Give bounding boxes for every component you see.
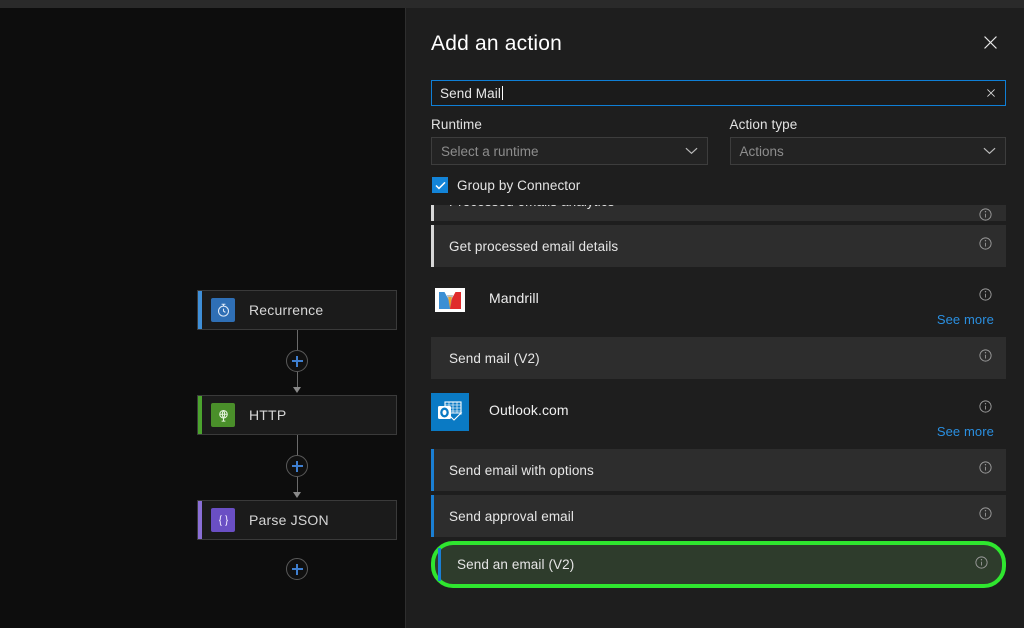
globe-icon xyxy=(211,403,235,427)
node-label: Parse JSON xyxy=(249,512,329,528)
list-item[interactable]: Send email with options xyxy=(431,449,1006,491)
filter-fields-row: Runtime Select a runtime Action type Act… xyxy=(406,106,1024,165)
list-item-label: Get processed email details xyxy=(431,239,618,254)
info-icon[interactable] xyxy=(978,236,993,256)
item-accent-bar xyxy=(431,449,434,491)
page-title: Add an action xyxy=(431,32,562,56)
clear-search-icon[interactable] xyxy=(983,85,999,101)
group-by-connector-checkbox[interactable] xyxy=(432,177,448,193)
mandrill-icon xyxy=(431,281,469,319)
see-more-link-mandrill[interactable]: See more xyxy=(937,312,994,327)
runtime-field: Runtime Select a runtime xyxy=(431,117,708,165)
group-by-connector-row[interactable]: Group by Connector xyxy=(406,165,1024,193)
action-type-select[interactable]: Actions xyxy=(730,137,1007,165)
node-accent-bar xyxy=(198,291,202,329)
connector-header[interactable]: Outlook.com xyxy=(431,393,1006,439)
connector-group-outlook: Outlook.com See more xyxy=(431,393,1006,449)
info-icon[interactable] xyxy=(978,399,993,419)
results-list[interactable]: Processed emails analytics Get processed… xyxy=(406,205,1024,628)
app-root: Recurrence HTTP xyxy=(0,0,1024,628)
list-item-label: Send an email (V2) xyxy=(435,557,574,572)
item-accent-bar xyxy=(431,495,434,537)
list-item-label: Send mail (V2) xyxy=(431,351,540,366)
node-connector-line xyxy=(297,330,298,350)
outlook-icon xyxy=(431,393,469,431)
chevron-down-icon xyxy=(983,147,996,156)
workflow-canvas: Recurrence HTTP xyxy=(0,8,403,628)
list-item-label: Processed emails analytics xyxy=(431,205,614,209)
item-accent-bar xyxy=(438,548,441,581)
add-step-button-3[interactable] xyxy=(286,558,308,580)
search-input[interactable]: Send Mail xyxy=(431,80,1006,106)
workflow-node-parse-json[interactable]: Parse JSON xyxy=(197,500,397,540)
close-icon[interactable] xyxy=(974,26,1006,58)
connector-group-mandrill: Mandrill See more xyxy=(431,281,1006,337)
braces-icon xyxy=(211,508,235,532)
node-label: Recurrence xyxy=(249,302,323,318)
node-accent-bar xyxy=(198,501,202,539)
action-type-value: Actions xyxy=(731,144,784,159)
add-step-button-2[interactable] xyxy=(286,455,308,477)
list-item-selected[interactable]: Send an email (V2) xyxy=(431,541,1006,588)
item-accent-bar xyxy=(431,225,434,267)
info-icon[interactable] xyxy=(978,460,993,480)
list-item-label: Send email with options xyxy=(431,463,594,478)
search-input-value: Send Mail xyxy=(432,86,501,101)
runtime-select[interactable]: Select a runtime xyxy=(431,137,708,165)
see-more-link-outlook[interactable]: See more xyxy=(937,424,994,439)
panel-header: Add an action xyxy=(406,8,1024,80)
text-caret xyxy=(502,86,503,100)
connector-arrow xyxy=(293,387,301,393)
node-connector-line xyxy=(297,477,298,493)
list-item[interactable]: Processed emails analytics xyxy=(431,205,1006,221)
node-label: HTTP xyxy=(249,407,286,423)
add-action-panel: Add an action Send Mail Runtime xyxy=(405,8,1024,628)
info-icon[interactable] xyxy=(978,287,993,307)
group-by-connector-label: Group by Connector xyxy=(457,178,580,193)
node-connector-line xyxy=(297,372,298,388)
list-item[interactable]: Send mail (V2) xyxy=(431,337,1006,379)
list-item[interactable]: Get processed email details xyxy=(431,225,1006,267)
connector-name: Mandrill xyxy=(489,290,539,306)
node-connector-line xyxy=(297,435,298,455)
list-item-label: Send approval email xyxy=(431,509,574,524)
workflow-node-http[interactable]: HTTP xyxy=(197,395,397,435)
info-icon[interactable] xyxy=(974,555,989,575)
list-item[interactable]: Send approval email xyxy=(431,495,1006,537)
connector-arrow xyxy=(293,492,301,498)
node-accent-bar xyxy=(198,396,202,434)
info-icon[interactable] xyxy=(978,348,993,368)
item-accent-bar xyxy=(431,337,434,379)
add-step-button-1[interactable] xyxy=(286,350,308,372)
info-icon[interactable] xyxy=(978,506,993,526)
action-type-field: Action type Actions xyxy=(730,117,1007,165)
connector-header[interactable]: Mandrill xyxy=(431,281,1006,327)
window-top-strip xyxy=(0,0,1024,8)
clock-icon xyxy=(211,298,235,322)
runtime-label: Runtime xyxy=(431,117,708,132)
action-type-label: Action type xyxy=(730,117,1007,132)
runtime-value: Select a runtime xyxy=(432,144,539,159)
chevron-down-icon xyxy=(685,147,698,156)
info-icon[interactable] xyxy=(978,207,993,221)
search-field-wrap: Send Mail xyxy=(406,80,1024,106)
workflow-node-recurrence[interactable]: Recurrence xyxy=(197,290,397,330)
connector-name: Outlook.com xyxy=(489,402,569,418)
